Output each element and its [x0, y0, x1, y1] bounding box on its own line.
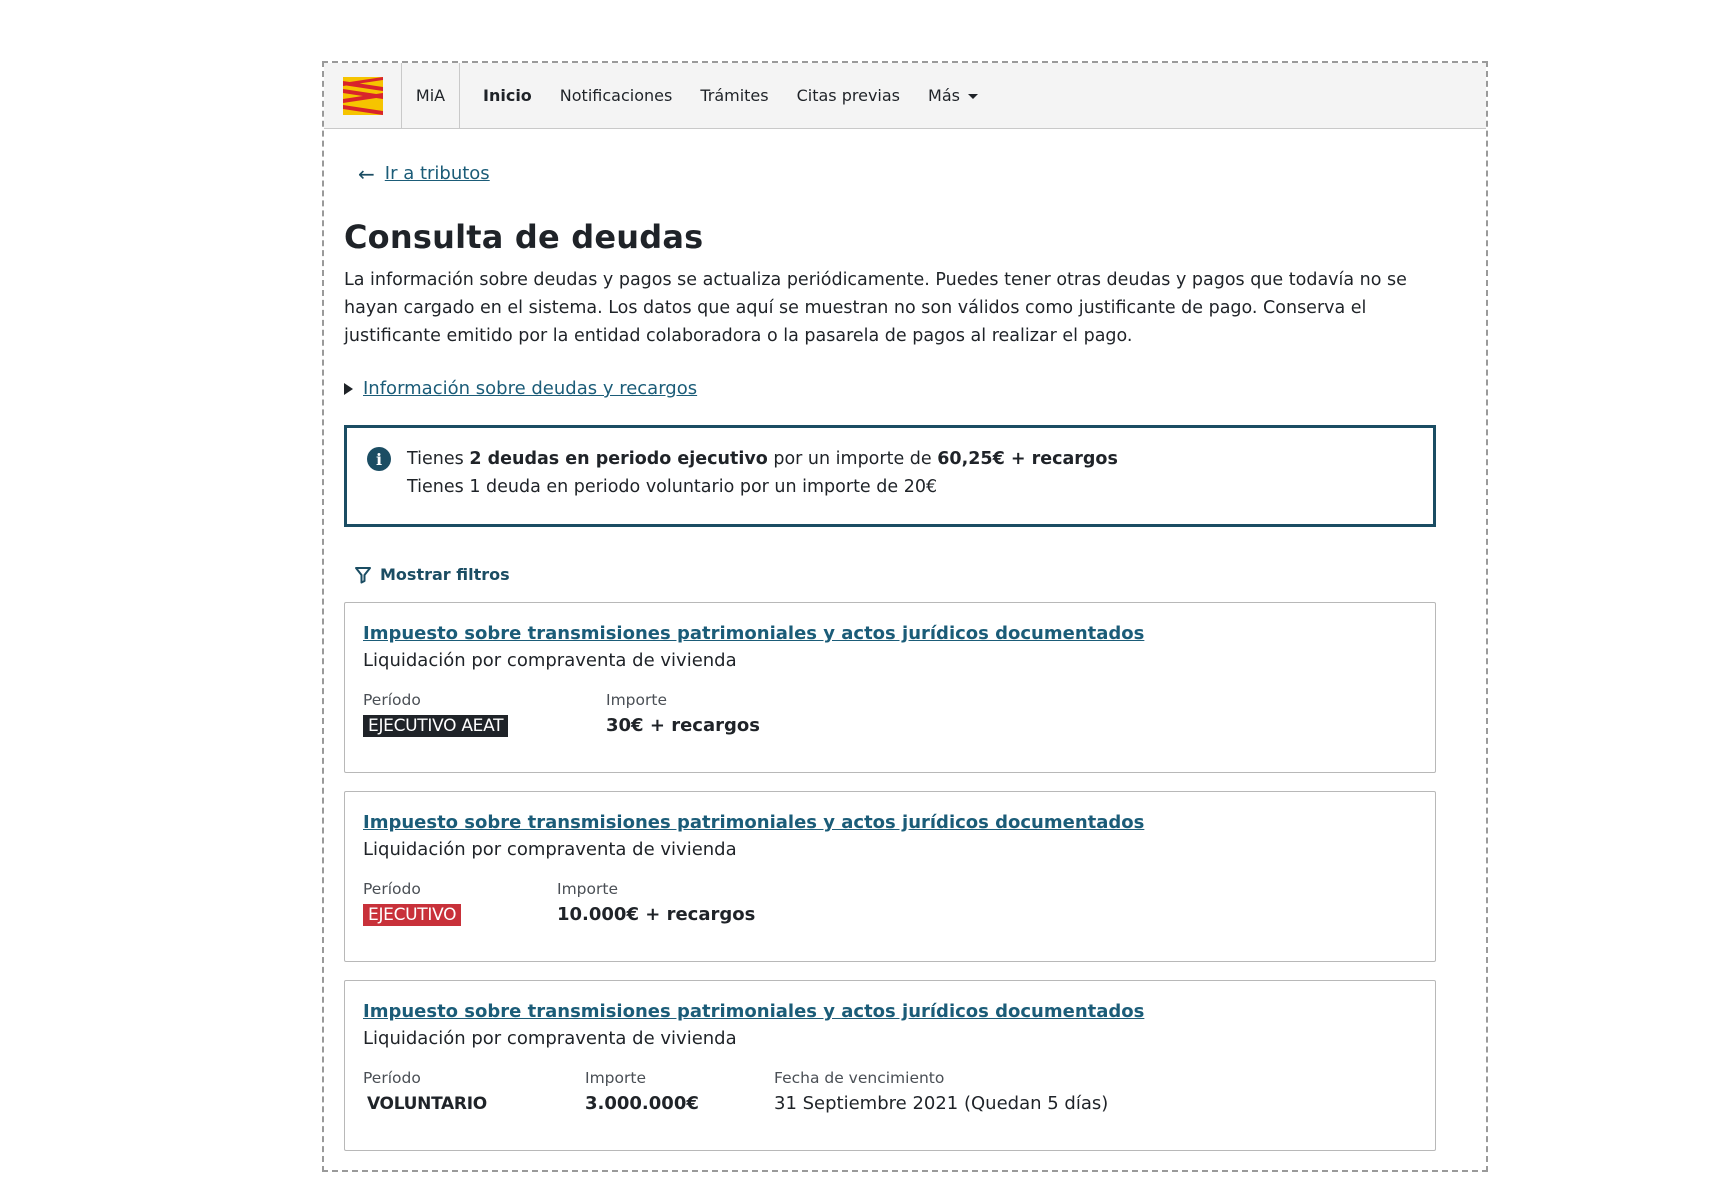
filter-icon	[355, 566, 371, 583]
nav-more-dropdown[interactable]: Más	[928, 86, 978, 105]
nav-link-tramites[interactable]: Trámites	[700, 86, 768, 105]
back-link-text[interactable]: Ir a tributos	[385, 163, 490, 184]
info-line1-prefix: Tienes	[407, 449, 470, 469]
info-icon: i	[367, 447, 391, 471]
debt-subtitle: Liquidación por compraventa de vivienda	[363, 1028, 737, 1049]
debt-meta: Período EJECUTIVO AEAT Importe 30€ + rec…	[363, 691, 1417, 737]
nav-links: Inicio Notificaciones Trámites Citas pre…	[460, 63, 1006, 128]
amount-label: Importe	[557, 880, 618, 898]
info-line-2: Tienes 1 deuda en periodo voluntario por…	[407, 477, 938, 497]
period-column: Período EJECUTIVO	[363, 880, 557, 926]
top-navbar: MiA Inicio Notificaciones Trámites Citas…	[324, 63, 1486, 129]
debt-card: Impuesto sobre transmisiones patrimonial…	[344, 980, 1436, 1151]
aragon-flag-icon	[342, 76, 383, 115]
amount-value: 10.000€ + recargos	[557, 904, 756, 925]
period-badge: EJECUTIVO	[363, 904, 462, 926]
info-summary-box: i Tienes 2 deudas en periodo ejecutivo p…	[344, 425, 1436, 527]
period-column: Período VOLUNTARIO	[363, 1069, 585, 1115]
main-content: ← Ir a tributos Consulta de deudas La in…	[324, 163, 1486, 1151]
due-date-value: 31 Septiembre 2021 (Quedan 5 días)	[774, 1093, 1109, 1114]
debt-card: Impuesto sobre transmisiones patrimonial…	[344, 791, 1436, 962]
debt-meta: Período VOLUNTARIO Importe 3.000.000€ Fe…	[363, 1069, 1417, 1115]
period-badge: EJECUTIVO AEAT	[363, 715, 509, 737]
due-date-label: Fecha de vencimiento	[774, 1069, 945, 1087]
period-label: Período	[363, 1069, 421, 1087]
info-summary-text: Tienes 2 deudas en periodo ejecutivo por…	[407, 445, 1118, 524]
debt-title-link[interactable]: Impuesto sobre transmisiones patrimonial…	[363, 812, 1144, 833]
amount-label: Importe	[606, 691, 667, 709]
amount-column: Importe 30€ + recargos	[606, 691, 760, 737]
info-executive-amount: 60,25€ + recargos	[937, 449, 1118, 469]
show-filters-label: Mostrar filtros	[380, 565, 510, 584]
amount-label: Importe	[585, 1069, 646, 1087]
period-label: Período	[363, 880, 421, 898]
debt-meta: Período EJECUTIVO Importe 10.000€ + reca…	[363, 880, 1417, 926]
debt-title-link[interactable]: Impuesto sobre transmisiones patrimonial…	[363, 623, 1144, 644]
amount-column: Importe 3.000.000€	[585, 1069, 774, 1115]
debt-subtitle: Liquidación por compraventa de vivienda	[363, 839, 737, 860]
info-line-1: Tienes 2 deudas en periodo ejecutivo por…	[407, 445, 1118, 473]
amount-value: 3.000.000€	[585, 1093, 699, 1114]
back-link[interactable]: ← Ir a tributos	[358, 163, 1486, 184]
due-date-column: Fecha de vencimiento 31 Septiembre 2021 …	[774, 1069, 1108, 1115]
nav-link-notificaciones[interactable]: Notificaciones	[560, 86, 673, 105]
debt-card: Impuesto sobre transmisiones patrimonial…	[344, 602, 1436, 773]
aragon-logo[interactable]	[324, 63, 402, 128]
nav-link-citas-previas[interactable]: Citas previas	[797, 86, 900, 105]
amount-value: 30€ + recargos	[606, 715, 760, 736]
period-label: Período	[363, 691, 421, 709]
info-executive-count: 2 deudas en periodo ejecutivo	[469, 449, 768, 469]
details-link[interactable]: Información sobre deudas y recargos	[363, 378, 697, 399]
show-filters-button[interactable]: Mostrar filtros	[354, 565, 1486, 584]
period-column: Período EJECUTIVO AEAT	[363, 691, 606, 737]
nav-more-label: Más	[928, 86, 960, 105]
debt-subtitle: Liquidación por compraventa de vivienda	[363, 650, 737, 671]
page-title: Consulta de deudas	[344, 218, 704, 256]
page-frame: MiA Inicio Notificaciones Trámites Citas…	[322, 61, 1488, 1172]
info-line1-mid: por un importe de	[767, 449, 938, 469]
debt-title-link[interactable]: Impuesto sobre transmisiones patrimonial…	[363, 1001, 1144, 1022]
arrow-left-icon: ←	[358, 161, 375, 186]
amount-column: Importe 10.000€ + recargos	[557, 880, 755, 926]
details-toggle[interactable]: Información sobre deudas y recargos	[344, 378, 1486, 399]
intro-text: La información sobre deudas y pagos se a…	[344, 270, 1407, 346]
caret-down-icon	[967, 94, 978, 99]
period-badge: VOLUNTARIO	[367, 1094, 487, 1114]
nav-link-inicio[interactable]: Inicio	[483, 86, 532, 105]
triangle-right-icon	[344, 382, 353, 395]
nav-mia[interactable]: MiA	[402, 63, 460, 128]
